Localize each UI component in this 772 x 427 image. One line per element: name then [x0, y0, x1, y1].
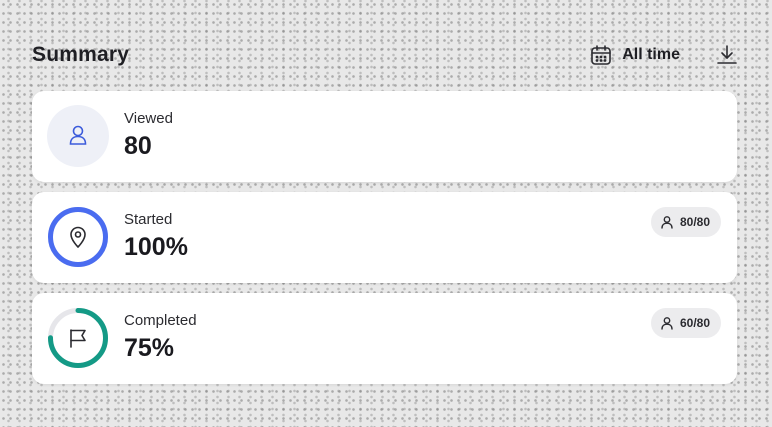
completed-value: 75% — [124, 334, 175, 362]
viewed-value: 80 — [124, 132, 152, 160]
completed-progress-ring — [47, 307, 109, 369]
flag-icon — [70, 329, 86, 348]
calendar-icon — [590, 44, 612, 66]
viewed-card[interactable]: Viewed 80 — [32, 91, 737, 182]
viewed-icon-badge — [47, 105, 109, 167]
started-count: 80/80 — [679, 215, 710, 229]
download-icon — [716, 44, 738, 66]
completed-count: 60/80 — [679, 316, 710, 330]
started-label: Started — [124, 211, 173, 228]
date-range-label: All time — [622, 46, 680, 63]
user-icon — [661, 216, 673, 229]
user-icon — [661, 317, 673, 330]
started-count-chip: 80/80 — [650, 207, 721, 237]
viewed-label: Viewed — [124, 110, 173, 127]
started-value: 100% — [124, 233, 188, 261]
completed-label: Completed — [124, 312, 197, 329]
date-range-selector[interactable]: All time — [590, 44, 680, 66]
started-card[interactable]: Started 100% 80/80 — [32, 192, 737, 283]
started-progress-ring — [47, 206, 109, 268]
summary-header: Summary All time — [32, 38, 738, 72]
completed-card[interactable]: Completed 75% 60/80 — [32, 293, 737, 384]
completed-count-chip: 60/80 — [650, 308, 721, 338]
page-title: Summary — [32, 43, 130, 66]
download-button[interactable] — [716, 44, 738, 66]
map-pin-icon — [70, 226, 86, 248]
